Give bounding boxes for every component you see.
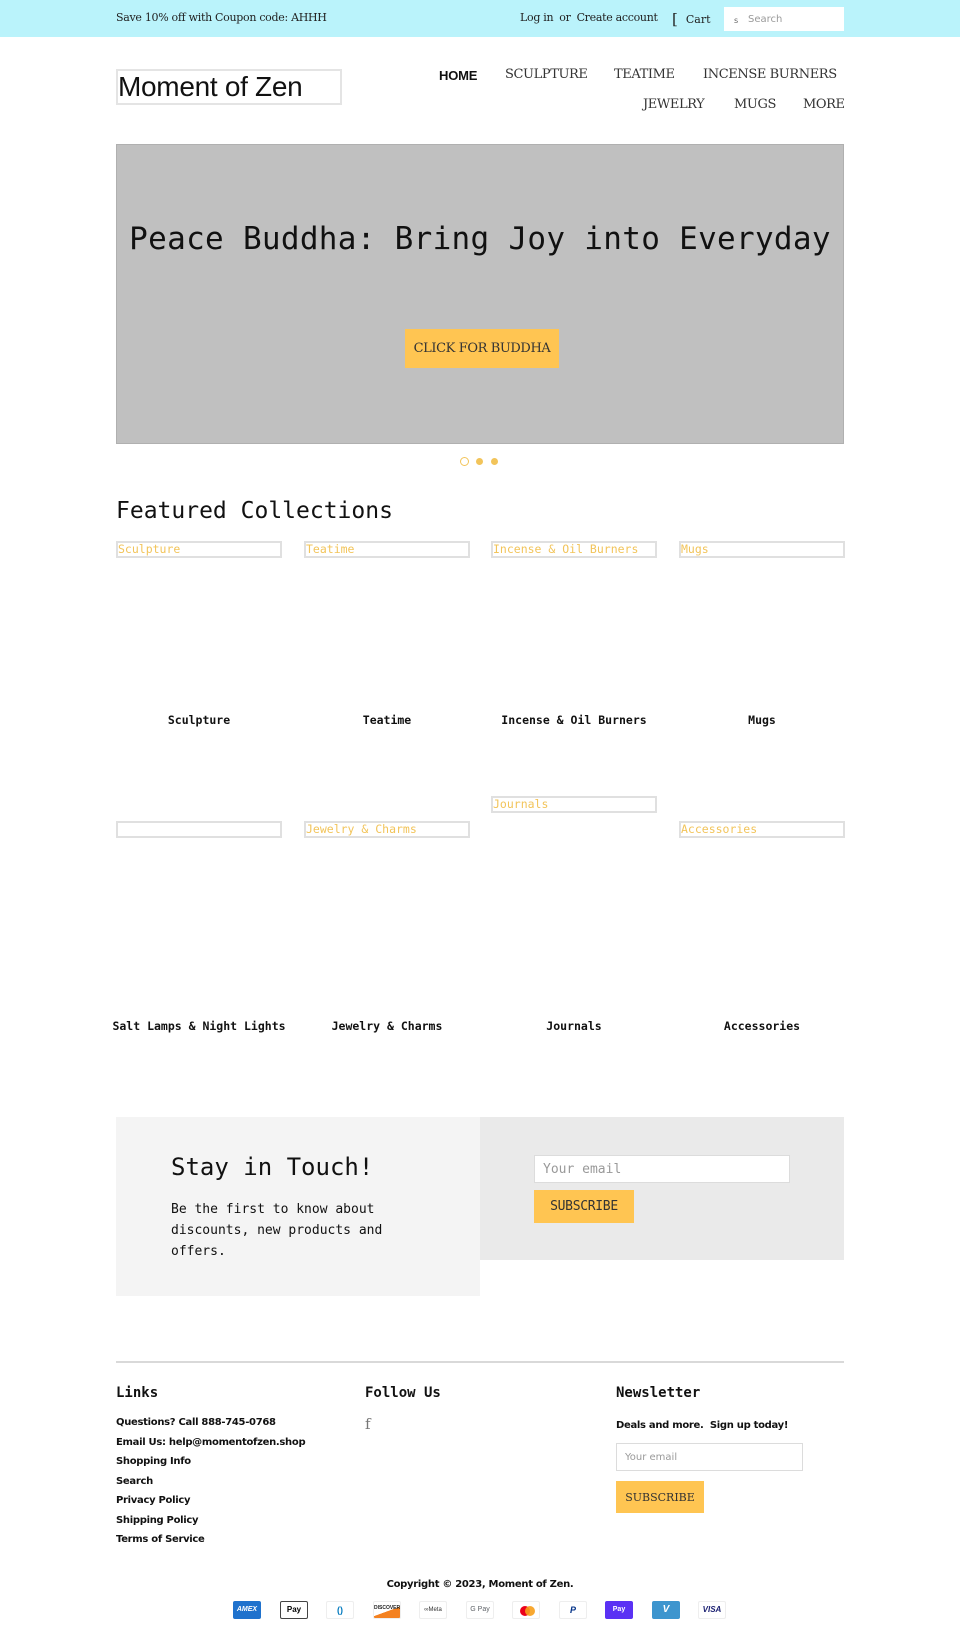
hero-title: Peace Buddha: Bring Joy into Everyday <box>129 221 831 257</box>
slider-dot-3[interactable] <box>491 458 498 465</box>
footer-links-title: Links <box>116 1385 159 1401</box>
collection-image[interactable]: Incense & Oil Burners <box>491 541 657 558</box>
apple-pay-icon: Pay <box>280 1601 308 1619</box>
diners-club-icon: () <box>326 1601 354 1619</box>
footer-links: Questions? Call 888-745-0768 Email Us: h… <box>116 1417 306 1554</box>
collection-image[interactable]: Jewelry & Charms <box>304 821 470 838</box>
slider-dot-1[interactable] <box>460 457 469 466</box>
visa-icon: VISA <box>698 1601 726 1619</box>
collection-card[interactable]: Journals Journals <box>491 796 657 1033</box>
cart-icon: [ <box>672 10 678 28</box>
google-pay-icon: G Pay <box>466 1601 494 1619</box>
footer-link-shopping-info[interactable]: Shopping Info <box>116 1456 191 1467</box>
hero-slide: Peace Buddha: Bring Joy into Everyday CL… <box>116 144 844 444</box>
collection-title[interactable]: Jewelry & Charms <box>294 1018 480 1034</box>
footer-link-item[interactable]: Shipping Policy <box>116 1515 305 1535</box>
footer-link-shipping-policy[interactable]: Shipping Policy <box>116 1515 199 1526</box>
nav-item-incense-burners[interactable]: INCENSE BURNERS <box>703 67 837 82</box>
newsletter-subscribe-button[interactable]: SUBSCRIBE <box>616 1481 704 1513</box>
paypal-icon: P <box>559 1601 587 1619</box>
collection-card[interactable]: Accessories Accessories <box>679 821 845 1033</box>
footer-link-privacy-policy[interactable]: Privacy Policy <box>116 1495 190 1506</box>
footer-newsletter-title: Newsletter <box>616 1385 701 1401</box>
collection-card[interactable]: Salt Lamps & Night Lights <box>112 821 286 1033</box>
meta-pay-icon: ∞Meta <box>419 1601 447 1619</box>
cart-link[interactable]: [ Cart <box>672 9 711 28</box>
nav-item-more[interactable]: MORE <box>803 97 845 112</box>
collection-image[interactable]: Accessories <box>679 821 845 838</box>
facebook-icon[interactable]: f <box>365 1415 371 1433</box>
newsletter-email-input[interactable] <box>616 1443 803 1471</box>
nav-item-jewelry[interactable]: JEWELRY <box>643 97 705 112</box>
site-logo[interactable]: Moment of Zen <box>116 69 342 105</box>
mastercard-icon <box>512 1601 540 1619</box>
collection-title[interactable]: Accessories <box>669 1018 855 1034</box>
nav-item-sculpture[interactable]: SCULPTURE <box>505 67 588 82</box>
venmo-icon: V <box>652 1601 680 1619</box>
collection-title[interactable]: Incense & Oil Burners <box>481 712 667 728</box>
collection-image[interactable] <box>116 821 282 838</box>
login-link[interactable]: Log in <box>520 11 554 24</box>
footer-link-item[interactable]: Questions? Call 888-745-0768 <box>116 1417 305 1437</box>
collection-image[interactable]: Sculpture <box>116 541 282 558</box>
collection-card[interactable]: Sculpture Sculpture <box>116 541 282 727</box>
promo-text: Save 10% off with Coupon code: AHHH <box>116 11 327 24</box>
collection-title[interactable]: Salt Lamps & Night Lights <box>106 1018 292 1034</box>
footer-link-item[interactable]: Search <box>116 1476 305 1496</box>
account-links: Log in or Create account <box>520 11 658 24</box>
cart-label: Cart <box>685 13 711 26</box>
copyright-text: Copyright © 2023, Moment of Zen. <box>386 1579 574 1590</box>
signup-form: SUBSCRIBE <box>480 1117 844 1260</box>
nav-item-teatime[interactable]: TEATIME <box>614 67 675 82</box>
collection-card[interactable]: Teatime Teatime <box>304 541 470 727</box>
collection-image[interactable]: Teatime <box>304 541 470 558</box>
collection-image[interactable]: Journals <box>491 796 657 813</box>
or-separator: or <box>559 11 571 24</box>
collection-title[interactable]: Journals <box>481 1018 667 1034</box>
signup-email-input[interactable] <box>534 1155 790 1183</box>
footer-link-email[interactable]: Email Us: help@momentofzen.shop <box>116 1437 306 1448</box>
shop-pay-icon: Pay <box>605 1601 633 1619</box>
footer-link-item[interactable]: Shopping Info <box>116 1456 305 1476</box>
stay-in-touch-text: Be the first to know about discounts, ne… <box>171 1202 383 1259</box>
collection-card[interactable]: Incense & Oil Burners Incense & Oil Burn… <box>491 541 657 727</box>
featured-collections-title: Featured Collections <box>116 498 393 524</box>
search-input[interactable] <box>748 10 838 28</box>
footer-follow-title: Follow Us <box>365 1385 441 1401</box>
hero-cta-button[interactable]: CLICK FOR BUDDHA <box>405 329 559 368</box>
collection-title[interactable]: Teatime <box>294 712 480 728</box>
search-icon[interactable]: s <box>734 16 738 25</box>
nav-item-mugs[interactable]: MUGS <box>734 97 776 112</box>
footer-link-search[interactable]: Search <box>116 1476 153 1487</box>
mastercard-orange-circle <box>525 1606 535 1616</box>
footer-link-phone[interactable]: Questions? Call 888-745-0768 <box>116 1417 276 1428</box>
slider-dot-2[interactable] <box>476 458 483 465</box>
footer-link-terms-of-service[interactable]: Terms of Service <box>116 1534 205 1545</box>
footer-link-item[interactable]: Email Us: help@momentofzen.shop <box>116 1437 306 1457</box>
footer-link-item[interactable]: Privacy Policy <box>116 1495 305 1515</box>
nav-item-home[interactable]: HOME <box>439 68 477 83</box>
amex-icon: AMEX <box>233 1601 261 1619</box>
footer-divider <box>116 1361 844 1363</box>
collection-card[interactable]: Mugs Mugs <box>679 541 845 727</box>
collection-image[interactable]: Mugs <box>679 541 845 558</box>
stay-in-touch-title: Stay in Touch! <box>171 1153 374 1181</box>
discover-icon: DISCOVER <box>373 1601 401 1619</box>
collection-title[interactable]: Mugs <box>669 712 855 728</box>
announcement-bar: Save 10% off with Coupon code: AHHH Log … <box>0 0 960 37</box>
search-box[interactable]: s <box>724 7 844 31</box>
collection-title[interactable]: Sculpture <box>106 712 292 728</box>
newsletter-text: Deals and more. Sign up today! <box>616 1420 789 1431</box>
collection-card[interactable]: Jewelry & Charms Jewelry & Charms <box>304 821 470 1033</box>
footer-link-item[interactable]: Terms of Service <box>116 1534 305 1554</box>
create-account-link[interactable]: Create account <box>577 11 658 24</box>
signup-subscribe-button[interactable]: SUBSCRIBE <box>534 1190 634 1223</box>
stay-in-touch-panel: Stay in Touch! Be the first to know abou… <box>116 1117 480 1296</box>
